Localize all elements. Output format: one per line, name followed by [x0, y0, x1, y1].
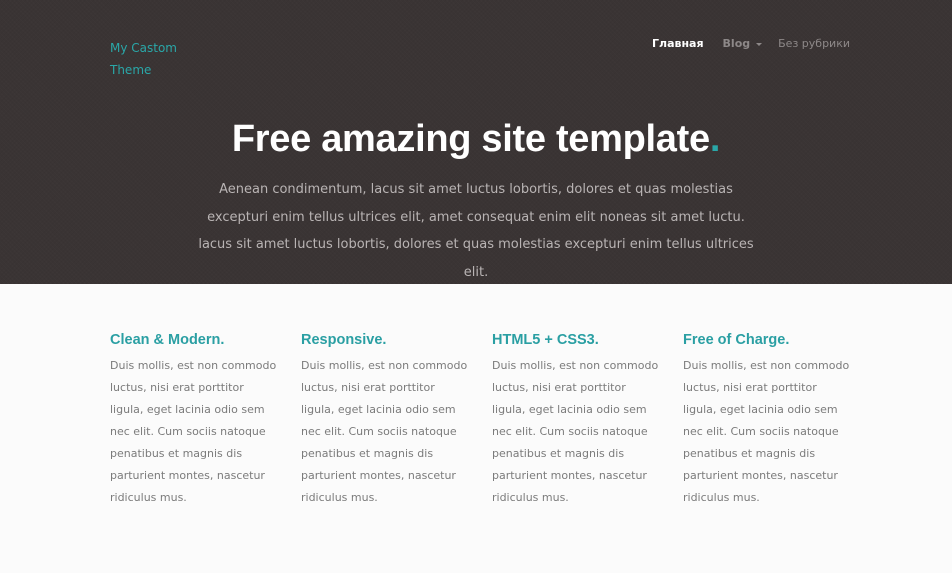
brand-line-1: My Castom	[110, 41, 177, 55]
nav-item-blog[interactable]: Blog	[723, 37, 763, 51]
nav-item-label: Blog	[722, 37, 751, 50]
feature-title: Free of Charge.	[683, 332, 790, 348]
nav-item-label: Главная	[652, 37, 704, 50]
hero-title: Free amazing site template.	[0, 116, 952, 162]
nav-item-label: Без рубрики	[778, 37, 851, 50]
hero-description: Aenean condimentum, lacus sit amet luctu…	[198, 182, 754, 280]
feature-column: Clean & Modern. Duis mollis, est non com…	[110, 330, 301, 509]
page: My Castom Theme Главная Blog Без рубрики…	[0, 0, 952, 573]
main-nav: Главная Blog Без рубрики	[652, 37, 850, 51]
feature-text: Duis mollis, est non commodo luctus, nis…	[492, 359, 659, 504]
feature-title: Clean & Modern.	[110, 332, 225, 348]
caret-down-icon	[756, 43, 763, 46]
feature-column: Responsive. Duis mollis, est non commodo…	[301, 330, 492, 509]
nav-item-uncategorized[interactable]: Без рубрики	[778, 37, 850, 51]
feature-title: Responsive.	[301, 332, 387, 348]
feature-title: HTML5 + CSS3.	[492, 332, 599, 348]
feature-column: HTML5 + CSS3. Duis mollis, est non commo…	[492, 330, 683, 509]
hero-title-dot: .	[709, 118, 721, 160]
feature-text: Duis mollis, est non commodo luctus, nis…	[301, 359, 468, 504]
brand-line-2: Theme	[110, 63, 152, 77]
feature-text: Duis mollis, est non commodo luctus, nis…	[683, 359, 850, 504]
feature-column: Free of Charge. Duis mollis, est non com…	[683, 330, 874, 509]
hero-header: My Castom Theme Главная Blog Без рубрики…	[0, 0, 952, 284]
nav-item-home[interactable]: Главная	[652, 37, 704, 51]
site-brand-link[interactable]: My Castom Theme	[110, 37, 200, 81]
features-section: Clean & Modern. Duis mollis, est non com…	[110, 330, 874, 509]
hero-title-text: Free amazing site template	[231, 118, 710, 160]
feature-text: Duis mollis, est non commodo luctus, nis…	[110, 359, 277, 504]
